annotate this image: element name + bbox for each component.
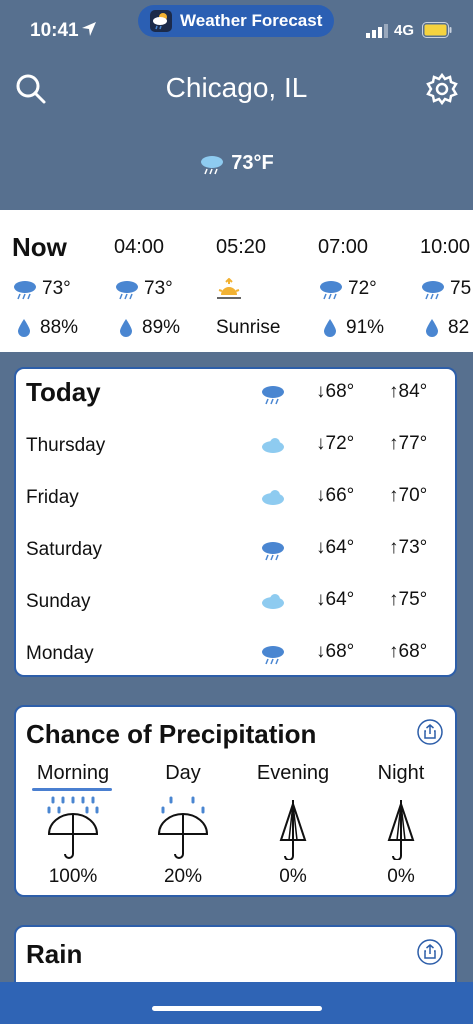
- app-weather-icon: [150, 10, 172, 32]
- day-name: Thursday: [26, 435, 106, 456]
- rain-cloud-icon: [320, 281, 342, 300]
- rain-cloud-icon: [14, 281, 36, 300]
- day-name: Sunday: [26, 591, 91, 612]
- selected-underline: [32, 788, 112, 791]
- day-name: Today: [26, 377, 101, 407]
- app-indicator-pill[interactable]: Weather Forecast: [138, 5, 334, 37]
- hour-temp: 73°: [42, 278, 71, 299]
- day-low: ↓68°: [316, 641, 355, 662]
- day-low: ↓64°: [316, 589, 355, 610]
- period-label: Morning: [36, 762, 110, 784]
- precip-tab-morning[interactable]: Morning 100%: [18, 762, 128, 888]
- day-high: ↑84°: [389, 381, 428, 402]
- day-low: ↓66°: [316, 485, 355, 506]
- cloud-icon: [262, 594, 284, 609]
- period-label: Evening: [256, 762, 330, 784]
- umbrella-light-rain-icon: [157, 796, 209, 859]
- hour-precip: 91%: [346, 317, 385, 338]
- rain-cloud-icon: [262, 542, 284, 561]
- hour-label: 10:00: [420, 236, 471, 258]
- day-low: ↓68°: [316, 381, 355, 402]
- status-time: 10:41: [30, 20, 79, 41]
- hour-precip: 89%: [142, 317, 181, 338]
- day-high: ↑75°: [389, 589, 428, 610]
- hour-temp: 73°: [144, 278, 173, 299]
- day-high: ↑73°: [389, 537, 428, 558]
- day-low: ↓72°: [316, 433, 355, 454]
- period-value: 20%: [163, 866, 203, 887]
- daily-forecast-card: Today ↓68° ↑84° Thursday ↓72° ↑77° Frida…: [14, 367, 457, 677]
- status-bar: 10:41 Weather Forecast 4G: [0, 0, 473, 60]
- hourly-forecast[interactable]: Now 73° 88% 04:00 73° 89% 05:20 Sunrise …: [0, 210, 473, 352]
- day-name: Monday: [26, 643, 94, 664]
- rain-cloud-icon: [116, 281, 138, 300]
- hour-temp: 72°: [348, 278, 377, 299]
- daily-row-thursday[interactable]: Thursday ↓72° ↑77°: [26, 421, 445, 473]
- bottom-bar: [0, 982, 473, 1024]
- city-title: Chicago, IL: [165, 72, 308, 103]
- period-label: Day: [165, 762, 201, 784]
- app-name: Weather Forecast: [180, 11, 323, 30]
- share-button[interactable]: [417, 719, 443, 745]
- period-value: 0%: [387, 866, 415, 887]
- period-value: 100%: [48, 866, 98, 887]
- raindrop-icon: [18, 319, 30, 337]
- day-name: Saturday: [26, 539, 103, 560]
- network-label: 4G: [394, 22, 415, 39]
- sunrise-label: Sunrise: [216, 317, 281, 338]
- precipitation-card: Chance of Precipitation Morning 100% Day: [14, 705, 457, 897]
- day-name: Friday: [26, 487, 79, 508]
- day-high: ↑70°: [389, 485, 428, 506]
- rain-cloud-icon: [262, 386, 284, 405]
- hour-precip: 82: [448, 317, 470, 338]
- current-conditions: 73°F: [0, 152, 473, 175]
- current-temp: 73°F: [231, 152, 274, 174]
- rain-cloud-icon: [201, 155, 224, 174]
- location-arrow-icon: [82, 22, 96, 36]
- battery-icon: [422, 22, 452, 38]
- rain-title: Rain: [26, 939, 83, 969]
- daily-row-saturday[interactable]: Saturday ↓64° ↑73°: [26, 525, 445, 577]
- closed-umbrella-icon: [387, 800, 415, 860]
- rain-cloud-icon: [422, 281, 444, 300]
- share-button[interactable]: [417, 939, 443, 965]
- daily-row-today[interactable]: Today ↓68° ↑84°: [26, 369, 445, 421]
- precipitation-title: Chance of Precipitation: [26, 719, 317, 749]
- daily-row-monday[interactable]: Monday ↓68° ↑68°: [26, 629, 445, 681]
- day-high: ↑68°: [389, 641, 428, 662]
- umbrella-heavy-rain-icon: [47, 796, 99, 859]
- cloud-icon: [262, 490, 284, 505]
- precip-tab-evening[interactable]: Evening 0%: [238, 762, 348, 888]
- hour-label: 07:00: [318, 236, 369, 258]
- rain-cloud-icon: [262, 646, 284, 665]
- sunrise-icon: [217, 278, 241, 299]
- day-low: ↓64°: [316, 537, 355, 558]
- raindrop-icon: [426, 319, 438, 337]
- hour-label: 04:00: [114, 236, 165, 258]
- period-label: Night: [377, 762, 425, 784]
- settings-gear-button[interactable]: [425, 72, 459, 106]
- signal-icon: [366, 24, 388, 38]
- cloud-icon: [262, 438, 284, 453]
- precip-tab-night[interactable]: Night 0%: [346, 762, 456, 888]
- hour-label: Now: [12, 232, 67, 262]
- hour-temp: 75: [450, 278, 472, 299]
- daily-row-sunday[interactable]: Sunday ↓64° ↑75°: [26, 577, 445, 629]
- raindrop-icon: [324, 319, 336, 337]
- day-high: ↑77°: [389, 433, 428, 454]
- closed-umbrella-icon: [279, 800, 307, 860]
- hour-precip: 88%: [40, 317, 79, 338]
- home-indicator[interactable]: [152, 1006, 322, 1011]
- precip-tab-day[interactable]: Day 20%: [128, 762, 238, 888]
- raindrop-icon: [120, 319, 132, 337]
- period-value: 0%: [279, 866, 307, 887]
- daily-row-friday[interactable]: Friday ↓66° ↑70°: [26, 473, 445, 525]
- hour-label: 05:20: [216, 236, 267, 258]
